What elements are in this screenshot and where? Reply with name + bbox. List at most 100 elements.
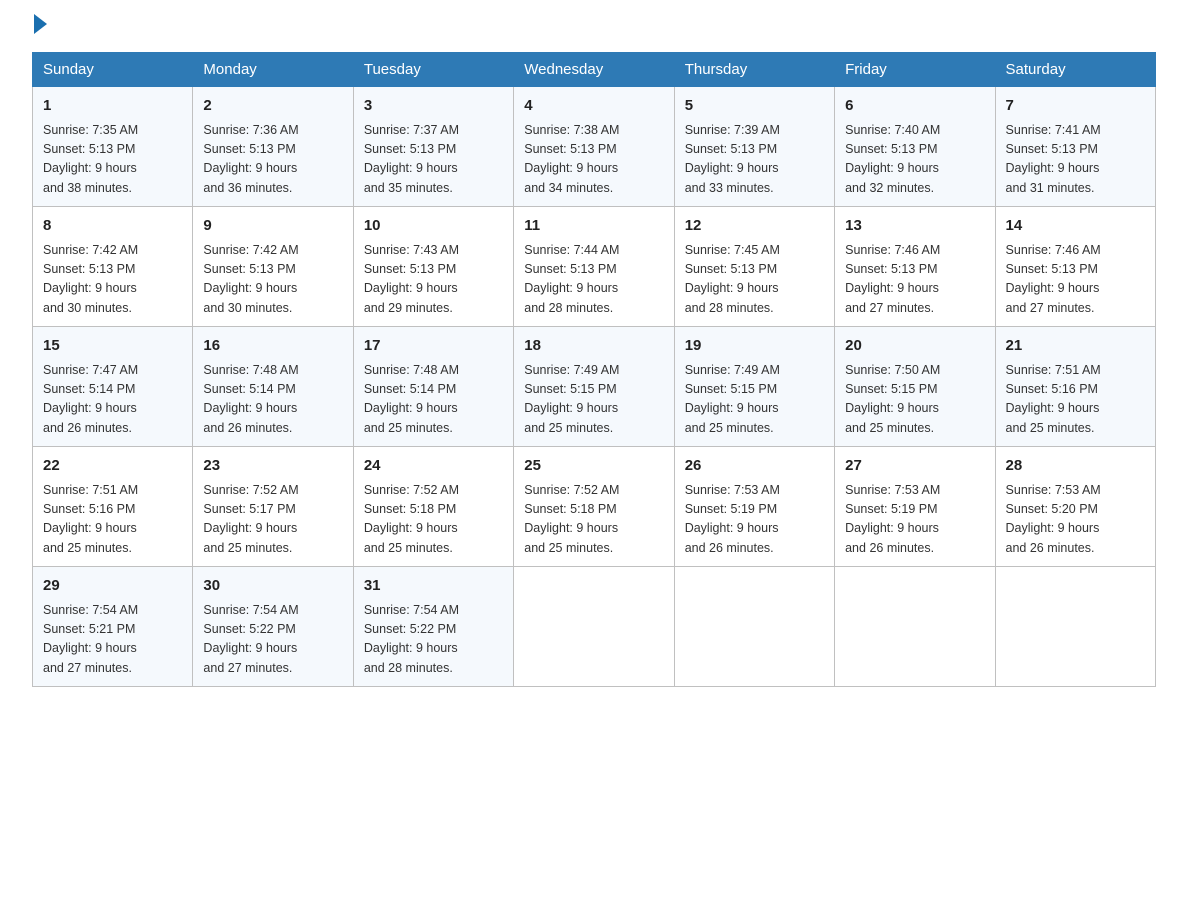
day-cell: 11Sunrise: 7:44 AMSunset: 5:13 PMDayligh… <box>514 207 674 327</box>
day-cell: 3 Sunrise: 7:37 AMSunset: 5:13 PMDaylight… <box>353 87 513 207</box>
day-info: Sunrise: 7:51 AMSunset: 5:16 PMDaylight:… <box>43 481 182 559</box>
day-info: Sunrise: 7:36 AMSunset: 5:13 PMDaylight:… <box>203 121 342 199</box>
day-info: Sunrise: 7:47 AMSunset: 5:14 PMDaylight:… <box>43 361 182 439</box>
day-number: 10 <box>364 215 503 238</box>
day-cell: 7 Sunrise: 7:41 AMSunset: 5:13 PMDaylight… <box>995 87 1155 207</box>
day-cell: 16Sunrise: 7:48 AMSunset: 5:14 PMDayligh… <box>193 327 353 447</box>
week-row-3: 15 Sunrise: 7:47 AMSunset: 5:14 PMDayligh… <box>33 327 1156 447</box>
week-row-1: 1 Sunrise: 7:35 AMSunset: 5:13 PMDaylight… <box>33 87 1156 207</box>
day-number: 17 <box>364 335 503 358</box>
day-number: 9 <box>203 215 342 238</box>
day-info: Sunrise: 7:54 AMSunset: 5:21 PMDaylight:… <box>43 601 182 679</box>
week-row-4: 22 Sunrise: 7:51 AMSunset: 5:16 PMDayligh… <box>33 447 1156 567</box>
day-number: 6 <box>845 95 984 118</box>
day-info: Sunrise: 7:50 AMSunset: 5:15 PMDaylight:… <box>845 361 984 439</box>
day-cell: 18Sunrise: 7:49 AMSunset: 5:15 PMDayligh… <box>514 327 674 447</box>
day-number: 22 <box>43 455 182 478</box>
day-cell: 27Sunrise: 7:53 AMSunset: 5:19 PMDayligh… <box>835 447 995 567</box>
day-number: 7 <box>1006 95 1145 118</box>
day-number: 19 <box>685 335 824 358</box>
day-info: Sunrise: 7:46 AMSunset: 5:13 PMDaylight:… <box>845 241 984 319</box>
day-cell: 2 Sunrise: 7:36 AMSunset: 5:13 PMDaylight… <box>193 87 353 207</box>
day-cell: 24 Sunrise: 7:52 AMSunset: 5:18 PMDayligh… <box>353 447 513 567</box>
day-info: Sunrise: 7:54 AMSunset: 5:22 PMDaylight:… <box>203 601 342 679</box>
day-number: 26 <box>685 455 824 478</box>
day-info: Sunrise: 7:53 AMSunset: 5:19 PMDaylight:… <box>845 481 984 559</box>
day-number: 5 <box>685 95 824 118</box>
day-info: Sunrise: 7:42 AMSunset: 5:13 PMDaylight:… <box>203 241 342 319</box>
day-info: Sunrise: 7:45 AMSunset: 5:13 PMDaylight:… <box>685 241 824 319</box>
calendar-table: SundayMondayTuesdayWednesdayThursdayFrid… <box>32 52 1156 687</box>
day-cell: 25Sunrise: 7:52 AMSunset: 5:18 PMDayligh… <box>514 447 674 567</box>
day-cell: 26 Sunrise: 7:53 AMSunset: 5:19 PMDayligh… <box>674 447 834 567</box>
day-cell: 19Sunrise: 7:49 AMSunset: 5:15 PMDayligh… <box>674 327 834 447</box>
week-row-2: 8 Sunrise: 7:42 AMSunset: 5:13 PMDaylight… <box>33 207 1156 327</box>
header <box>32 24 1156 34</box>
day-number: 3 <box>364 95 503 118</box>
col-header-saturday: Saturday <box>995 53 1155 87</box>
day-info: Sunrise: 7:38 AMSunset: 5:13 PMDaylight:… <box>524 121 663 199</box>
day-cell: 31 Sunrise: 7:54 AMSunset: 5:22 PMDayligh… <box>353 567 513 687</box>
day-cell: 14Sunrise: 7:46 AMSunset: 5:13 PMDayligh… <box>995 207 1155 327</box>
day-cell: 9 Sunrise: 7:42 AMSunset: 5:13 PMDaylight… <box>193 207 353 327</box>
day-cell: 21 Sunrise: 7:51 AMSunset: 5:16 PMDayligh… <box>995 327 1155 447</box>
day-info: Sunrise: 7:48 AMSunset: 5:14 PMDaylight:… <box>203 361 342 439</box>
day-number: 2 <box>203 95 342 118</box>
day-number: 30 <box>203 575 342 598</box>
day-number: 24 <box>364 455 503 478</box>
day-cell: 15 Sunrise: 7:47 AMSunset: 5:14 PMDayligh… <box>33 327 193 447</box>
week-row-5: 29Sunrise: 7:54 AMSunset: 5:21 PMDayligh… <box>33 567 1156 687</box>
day-info: Sunrise: 7:54 AMSunset: 5:22 PMDaylight:… <box>364 601 503 679</box>
day-number: 21 <box>1006 335 1145 358</box>
day-cell: 8 Sunrise: 7:42 AMSunset: 5:13 PMDaylight… <box>33 207 193 327</box>
logo-line1 <box>32 24 47 34</box>
day-cell: 6 Sunrise: 7:40 AMSunset: 5:13 PMDaylight… <box>835 87 995 207</box>
col-header-monday: Monday <box>193 53 353 87</box>
day-info: Sunrise: 7:35 AMSunset: 5:13 PMDaylight:… <box>43 121 182 199</box>
day-cell: 10 Sunrise: 7:43 AMSunset: 5:13 PMDayligh… <box>353 207 513 327</box>
day-cell: 5 Sunrise: 7:39 AMSunset: 5:13 PMDaylight… <box>674 87 834 207</box>
col-header-wednesday: Wednesday <box>514 53 674 87</box>
day-info: Sunrise: 7:37 AMSunset: 5:13 PMDaylight:… <box>364 121 503 199</box>
day-info: Sunrise: 7:51 AMSunset: 5:16 PMDaylight:… <box>1006 361 1145 439</box>
day-cell: 13Sunrise: 7:46 AMSunset: 5:13 PMDayligh… <box>835 207 995 327</box>
day-info: Sunrise: 7:53 AMSunset: 5:19 PMDaylight:… <box>685 481 824 559</box>
day-number: 11 <box>524 215 663 238</box>
day-info: Sunrise: 7:52 AMSunset: 5:18 PMDaylight:… <box>524 481 663 559</box>
day-info: Sunrise: 7:39 AMSunset: 5:13 PMDaylight:… <box>685 121 824 199</box>
day-number: 23 <box>203 455 342 478</box>
day-cell <box>835 567 995 687</box>
day-cell: 17 Sunrise: 7:48 AMSunset: 5:14 PMDayligh… <box>353 327 513 447</box>
header-row: SundayMondayTuesdayWednesdayThursdayFrid… <box>33 53 1156 87</box>
day-cell <box>995 567 1155 687</box>
day-number: 4 <box>524 95 663 118</box>
day-cell <box>674 567 834 687</box>
day-number: 20 <box>845 335 984 358</box>
day-number: 28 <box>1006 455 1145 478</box>
day-cell: 23 Sunrise: 7:52 AMSunset: 5:17 PMDayligh… <box>193 447 353 567</box>
col-header-friday: Friday <box>835 53 995 87</box>
day-info: Sunrise: 7:52 AMSunset: 5:17 PMDaylight:… <box>203 481 342 559</box>
day-cell: 22 Sunrise: 7:51 AMSunset: 5:16 PMDayligh… <box>33 447 193 567</box>
day-number: 1 <box>43 95 182 118</box>
day-number: 31 <box>364 575 503 598</box>
day-info: Sunrise: 7:48 AMSunset: 5:14 PMDaylight:… <box>364 361 503 439</box>
logo <box>32 24 47 34</box>
day-info: Sunrise: 7:42 AMSunset: 5:13 PMDaylight:… <box>43 241 182 319</box>
day-cell: 29Sunrise: 7:54 AMSunset: 5:21 PMDayligh… <box>33 567 193 687</box>
col-header-tuesday: Tuesday <box>353 53 513 87</box>
day-info: Sunrise: 7:53 AMSunset: 5:20 PMDaylight:… <box>1006 481 1145 559</box>
day-info: Sunrise: 7:43 AMSunset: 5:13 PMDaylight:… <box>364 241 503 319</box>
day-number: 15 <box>43 335 182 358</box>
day-info: Sunrise: 7:40 AMSunset: 5:13 PMDaylight:… <box>845 121 984 199</box>
day-cell: 1 Sunrise: 7:35 AMSunset: 5:13 PMDaylight… <box>33 87 193 207</box>
day-cell <box>514 567 674 687</box>
day-cell: 30 Sunrise: 7:54 AMSunset: 5:22 PMDayligh… <box>193 567 353 687</box>
day-info: Sunrise: 7:49 AMSunset: 5:15 PMDaylight:… <box>524 361 663 439</box>
day-info: Sunrise: 7:41 AMSunset: 5:13 PMDaylight:… <box>1006 121 1145 199</box>
day-cell: 28 Sunrise: 7:53 AMSunset: 5:20 PMDayligh… <box>995 447 1155 567</box>
col-header-thursday: Thursday <box>674 53 834 87</box>
day-number: 8 <box>43 215 182 238</box>
day-cell: 12Sunrise: 7:45 AMSunset: 5:13 PMDayligh… <box>674 207 834 327</box>
day-info: Sunrise: 7:52 AMSunset: 5:18 PMDaylight:… <box>364 481 503 559</box>
